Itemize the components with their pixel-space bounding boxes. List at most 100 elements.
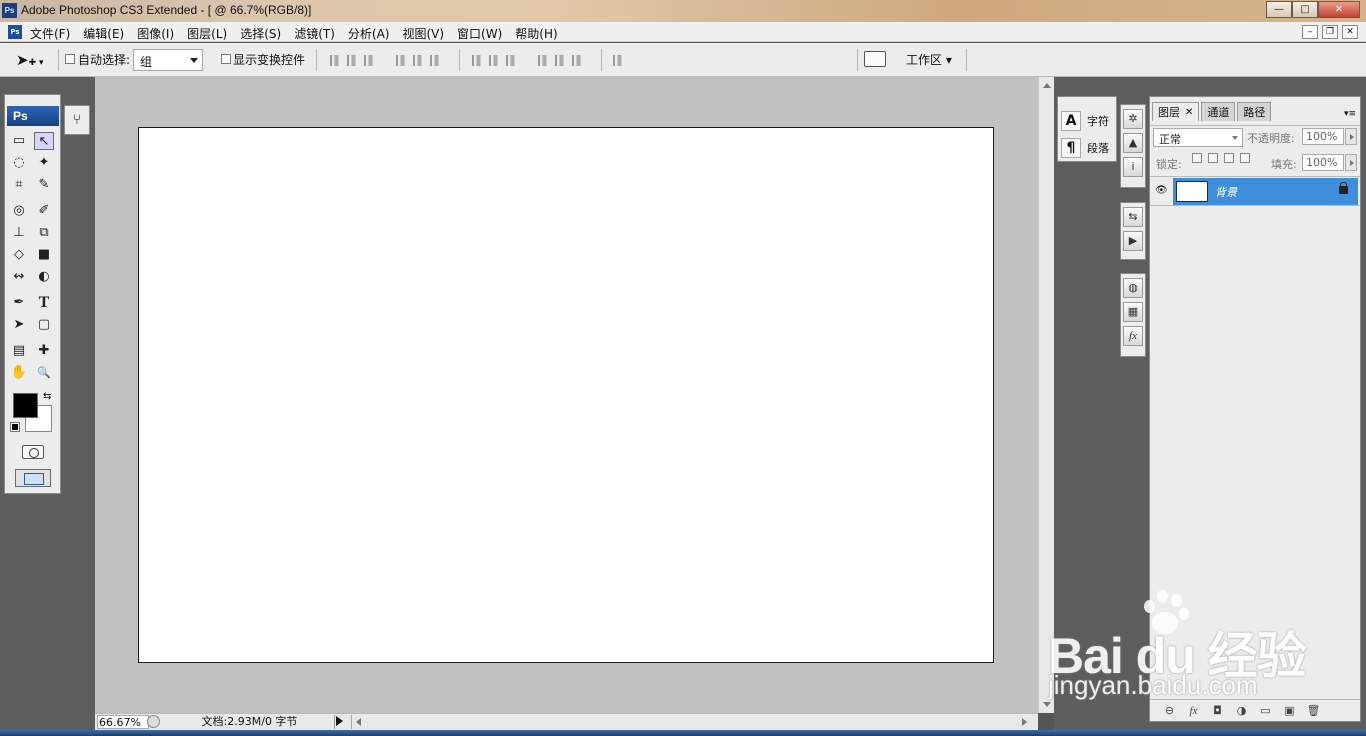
menu-layer[interactable]: 图层(L) bbox=[187, 25, 233, 42]
quick-mask-icon[interactable] bbox=[22, 445, 44, 459]
status-options-icon[interactable] bbox=[147, 715, 160, 728]
scroll-down-icon[interactable] bbox=[1043, 702, 1051, 707]
brush-tool-icon[interactable]: ✐ bbox=[34, 202, 54, 220]
styles-icon[interactable]: fx bbox=[1123, 326, 1143, 346]
dodge-tool-icon[interactable]: ◐ bbox=[34, 268, 54, 286]
lasso-tool-icon[interactable]: ◌ bbox=[9, 154, 29, 172]
menu-filter[interactable]: 滤镜(T) bbox=[294, 25, 341, 42]
crop-tool-icon[interactable]: ⌗ bbox=[9, 176, 29, 194]
tool-presets-icon[interactable]: ⑂ bbox=[64, 105, 90, 135]
close-icon[interactable]: ✕ bbox=[1185, 107, 1193, 118]
default-colors-icon[interactable] bbox=[10, 422, 20, 432]
horizontal-scrollbar[interactable] bbox=[351, 715, 1031, 729]
lock-transparency-icon[interactable] bbox=[1192, 153, 1202, 163]
distribute-right-icon[interactable] bbox=[572, 55, 583, 66]
foreground-color-swatch[interactable] bbox=[13, 393, 38, 418]
show-transform-checkbox[interactable] bbox=[221, 54, 231, 64]
new-layer-icon[interactable]: ▣ bbox=[1282, 704, 1297, 717]
character-panel-button[interactable]: A 字符 bbox=[1061, 109, 1115, 133]
distribute-hcenter-icon[interactable] bbox=[555, 55, 566, 66]
menu-edit[interactable]: 编辑(E) bbox=[83, 25, 130, 42]
align-hcenter-icon[interactable] bbox=[413, 55, 424, 66]
lock-all-icon[interactable] bbox=[1240, 153, 1250, 163]
navigator-icon[interactable]: ✲ bbox=[1123, 109, 1143, 129]
info-icon[interactable]: i bbox=[1123, 157, 1143, 177]
align-bottom-icon[interactable] bbox=[364, 55, 375, 66]
menu-file[interactable]: 文件(F) bbox=[30, 25, 76, 42]
opacity-slider-toggle[interactable] bbox=[1345, 128, 1357, 145]
tab-paths[interactable]: 路径 bbox=[1237, 102, 1272, 121]
fill-slider-toggle[interactable] bbox=[1345, 154, 1357, 171]
menu-analysis[interactable]: 分析(A) bbox=[348, 25, 396, 42]
doc-restore-button[interactable]: ❐ bbox=[1322, 25, 1338, 39]
minimize-button[interactable]: — bbox=[1266, 1, 1292, 18]
clone-stamp-icon[interactable]: ⊥ bbox=[9, 224, 29, 242]
adjustment-layer-icon[interactable]: ◑ bbox=[1234, 704, 1249, 717]
scroll-up-icon[interactable] bbox=[1043, 83, 1051, 88]
visibility-eye-icon[interactable]: 👁 bbox=[1155, 186, 1169, 196]
marquee-tool-icon[interactable]: ▭ bbox=[9, 132, 29, 150]
eyedropper-tool-icon[interactable]: ✚ bbox=[34, 342, 54, 360]
hand-tool-icon[interactable]: ✋ bbox=[9, 364, 29, 382]
new-group-icon[interactable]: ▭ bbox=[1258, 704, 1273, 717]
distribute-vcenter-icon[interactable] bbox=[489, 55, 500, 66]
zoom-field[interactable]: 66.67% bbox=[97, 715, 149, 729]
menu-view[interactable]: 视图(V) bbox=[402, 25, 450, 42]
shape-tool-icon[interactable]: ▢ bbox=[34, 316, 54, 334]
maximize-button[interactable]: □ bbox=[1292, 1, 1318, 18]
tab-layers[interactable]: 图层 ✕ bbox=[1152, 102, 1200, 121]
swap-colors-icon[interactable]: ⇆ bbox=[43, 391, 51, 402]
menu-help[interactable]: 帮助(H) bbox=[515, 25, 563, 42]
auto-select-dropdown[interactable]: 组 bbox=[133, 49, 203, 71]
blend-mode-dropdown[interactable]: 正常 bbox=[1153, 128, 1243, 147]
align-left-icon[interactable] bbox=[396, 55, 407, 66]
layer-selected-area[interactable]: 背景 bbox=[1173, 178, 1358, 205]
histogram-icon[interactable]: ▲ bbox=[1123, 133, 1143, 153]
align-vcenter-icon[interactable] bbox=[347, 55, 358, 66]
notes-tool-icon[interactable]: ▤ bbox=[9, 342, 29, 360]
distribute-bottom-icon[interactable] bbox=[506, 55, 517, 66]
eraser-tool-icon[interactable]: ◇ bbox=[9, 246, 29, 264]
menu-select[interactable]: 选择(S) bbox=[240, 25, 287, 42]
layer-row[interactable]: 👁 背景 bbox=[1150, 176, 1360, 206]
align-top-icon[interactable] bbox=[330, 55, 341, 66]
swatches-icon[interactable]: ▦ bbox=[1123, 302, 1143, 322]
auto-align-icon[interactable] bbox=[613, 55, 624, 66]
doc-close-button[interactable]: ✕ bbox=[1342, 25, 1358, 39]
distribute-left-icon[interactable] bbox=[538, 55, 549, 66]
layer-style-icon[interactable]: fx bbox=[1186, 705, 1201, 717]
lock-pixels-icon[interactable] bbox=[1208, 153, 1218, 163]
menu-window[interactable]: 窗口(W) bbox=[457, 25, 508, 42]
layer-mask-icon[interactable]: ◘ bbox=[1210, 704, 1225, 717]
paragraph-panel-button[interactable]: ¶ 段落 bbox=[1061, 136, 1115, 160]
path-selection-icon[interactable]: ➤ bbox=[9, 316, 29, 334]
distribute-top-icon[interactable] bbox=[472, 55, 483, 66]
move-tool-icon[interactable]: ↖ bbox=[34, 132, 54, 150]
pen-tool-icon[interactable]: ✒ bbox=[9, 294, 29, 312]
type-tool-icon[interactable]: T bbox=[34, 294, 54, 312]
history-icon[interactable]: ⇆ bbox=[1123, 207, 1143, 227]
healing-brush-icon[interactable]: ◎ bbox=[9, 202, 29, 220]
link-layers-icon[interactable]: ⊖ bbox=[1162, 704, 1177, 717]
opacity-field[interactable]: 100% bbox=[1302, 128, 1344, 145]
screen-mode-icon[interactable] bbox=[15, 469, 51, 487]
slice-tool-icon[interactable]: ✎ bbox=[34, 176, 54, 194]
history-brush-icon[interactable]: ⧉ bbox=[34, 224, 54, 242]
panel-menu-icon[interactable]: ▾≡ bbox=[1344, 109, 1356, 119]
trash-icon[interactable]: 🗑 bbox=[1306, 704, 1321, 717]
move-tool-preset-icon[interactable]: ➤✚ ▾ bbox=[16, 51, 44, 69]
magic-wand-icon[interactable]: ✦ bbox=[34, 154, 54, 172]
actions-icon[interactable]: ▶ bbox=[1123, 231, 1143, 251]
align-right-icon[interactable] bbox=[430, 55, 441, 66]
lock-position-icon[interactable] bbox=[1224, 153, 1234, 163]
status-menu-arrow-icon[interactable] bbox=[336, 716, 343, 726]
gradient-tool-icon[interactable]: ■ bbox=[34, 246, 54, 264]
document-canvas[interactable] bbox=[138, 127, 994, 663]
doc-icon[interactable]: Ps bbox=[8, 25, 22, 39]
close-button[interactable]: ✕ bbox=[1318, 1, 1360, 18]
color-icon[interactable]: ◍ bbox=[1123, 278, 1143, 298]
menu-image[interactable]: 图像(I) bbox=[137, 25, 180, 42]
fill-field[interactable]: 100% bbox=[1302, 154, 1344, 171]
zoom-tool-icon[interactable]: 🔍 bbox=[34, 364, 54, 382]
tab-channels[interactable]: 通道 bbox=[1201, 102, 1236, 121]
